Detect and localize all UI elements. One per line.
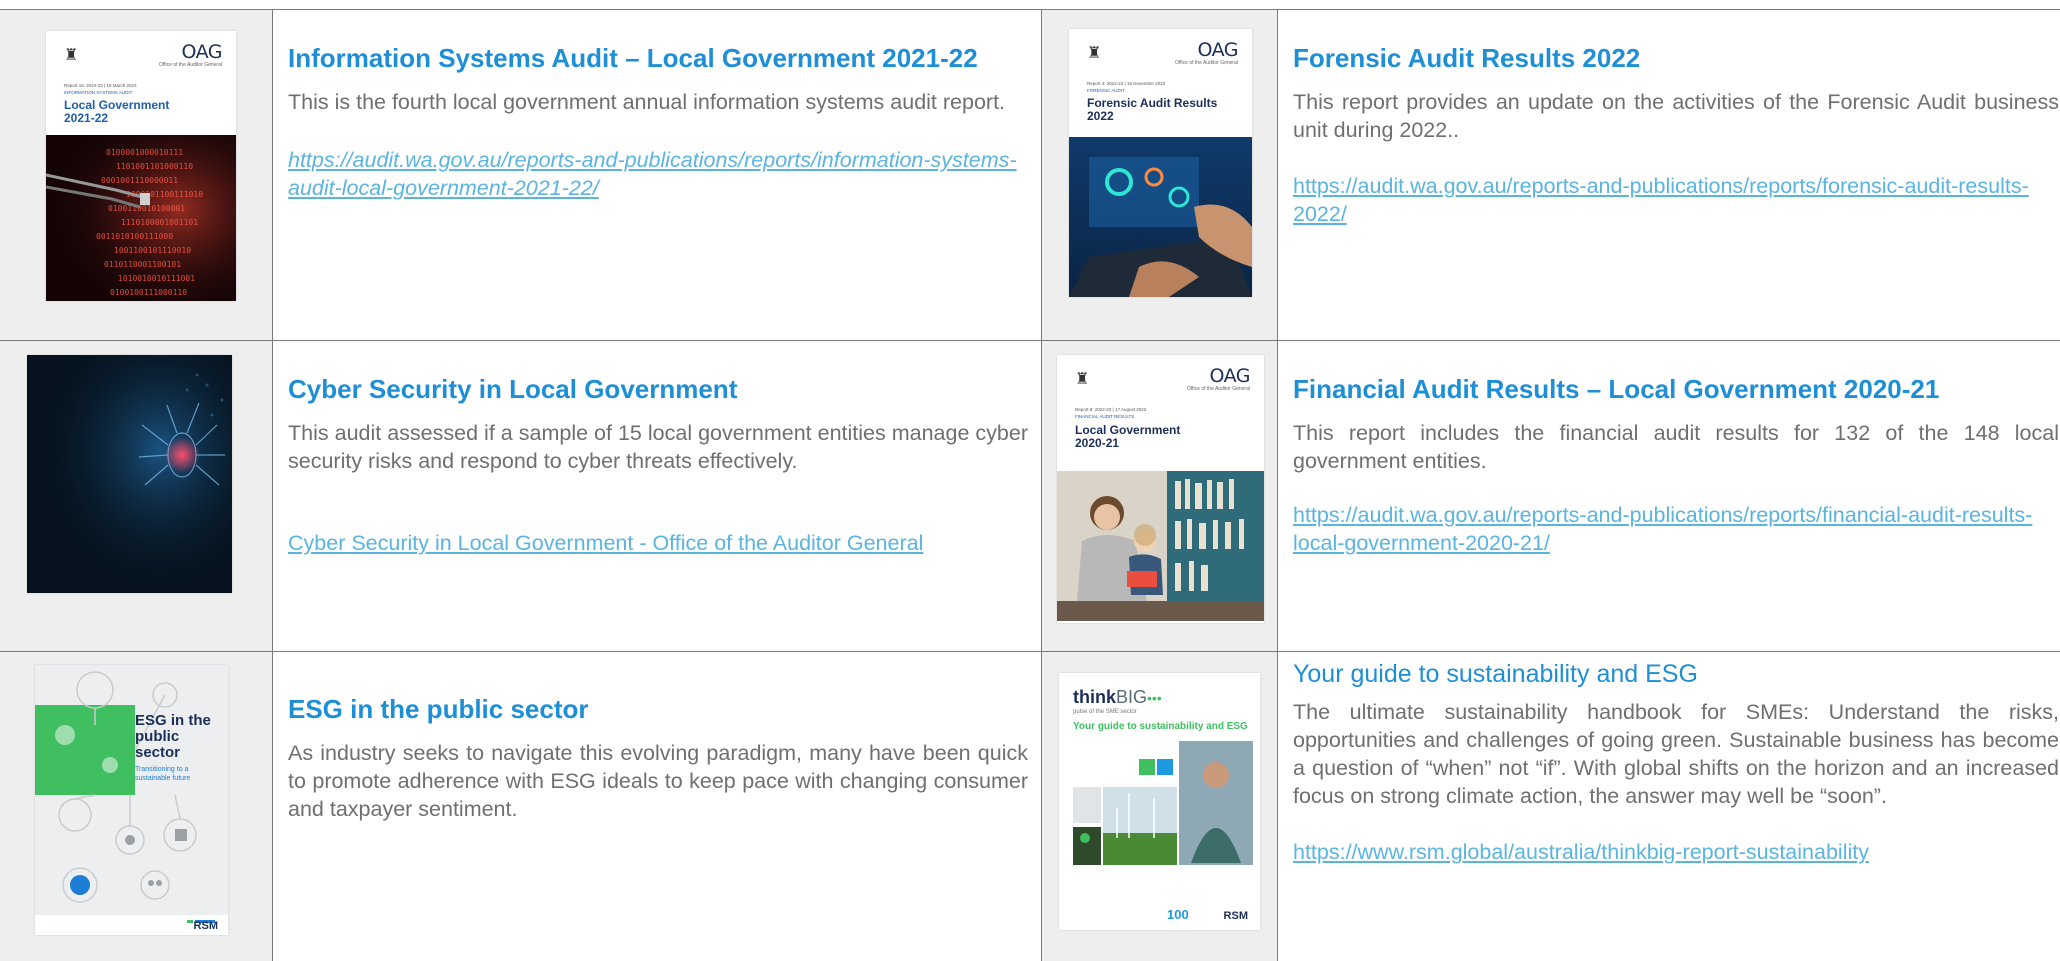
report-link[interactable]: https://audit.wa.gov.au/reports-and-publ…: [1293, 172, 2059, 228]
report-link[interactable]: https://www.rsm.global/australia/thinkbi…: [1293, 838, 2059, 866]
rsm-logo: RSM: [193, 920, 218, 932]
svg-text:1001100101110010: 1001100101110010: [114, 246, 191, 255]
report-entry: Information Systems Audit – Local Govern…: [288, 42, 1028, 202]
svg-text:0100100111000110: 0100100111000110: [110, 288, 187, 297]
cover-meta: Report 8: 2022-23 | 17 August 2022: [1075, 407, 1147, 412]
oag-logo-subtitle: Office of the Auditor General: [1174, 60, 1238, 66]
report-description: This is the fourth local government annu…: [288, 90, 1006, 114]
report-link[interactable]: Cyber Security in Local Government - Off…: [288, 529, 1028, 557]
report-title: Forensic Audit Results 2022: [1293, 43, 1641, 73]
svg-text:1101001101000110: 1101001101000110: [116, 162, 193, 171]
report-link[interactable]: https://audit.wa.gov.au/reports-and-publ…: [288, 146, 1028, 202]
oag-logo: OAG: [181, 41, 222, 63]
report-entry: Your guide to sustainability and ESG The…: [1293, 658, 2059, 866]
library-reading-image: [1057, 471, 1264, 621]
report-entry: ESG in the public sector As industry see…: [288, 693, 1028, 823]
report-description: The ultimate sustainability handbook for…: [1293, 700, 2059, 808]
rsm-logo: RSM: [1223, 910, 1248, 922]
report-cover-is-audit[interactable]: ♜ OAG Office of the Auditor General Repo…: [46, 31, 236, 301]
report-title: Your guide to sustainability and ESG: [1293, 660, 1698, 688]
crest-icon: ♜: [1075, 371, 1090, 388]
report-cover-financial[interactable]: ♜ OAG Office of the Auditor General Repo…: [1057, 355, 1264, 623]
svg-text:0100001000010111: 0100001000010111: [106, 148, 183, 157]
sustainability-collage-image: [1073, 741, 1253, 865]
report-cover-thinkbig[interactable]: thinkBIG••• pulse of the SME sector Your…: [1059, 673, 1260, 930]
column-divider: [1041, 10, 1042, 961]
publications-table: ♜ OAG Office of the Auditor General Repo…: [0, 9, 2060, 961]
report-title: Cyber Security in Local Government: [288, 374, 738, 404]
esg-cover-title: ESG in the public sector: [135, 712, 211, 761]
report-title: ESG in the public sector: [288, 694, 589, 724]
column-divider: [1277, 10, 1278, 961]
report-entry: Forensic Audit Results 2022 This report …: [1293, 42, 2059, 228]
report-title: Information Systems Audit – Local Govern…: [288, 43, 978, 73]
report-description: This report provides an update on the ac…: [1293, 90, 2059, 142]
row-divider: [0, 651, 2060, 652]
anniversary-badge: 100: [1167, 907, 1189, 922]
cover-meta: Report 15: 2022-23 | 19 March 2023: [64, 83, 137, 88]
report-entry: Financial Audit Results – Local Governme…: [1293, 373, 2059, 557]
binary-code-image: 0100001000010111 1101001101000110 000100…: [46, 135, 236, 301]
oag-logo: OAG: [1209, 365, 1250, 387]
cover-meta: Report 4: 2022-23 | 16 November 2022: [1087, 81, 1166, 86]
oag-logo-subtitle: Office of the Auditor General: [1186, 386, 1250, 392]
crest-icon: ♜: [64, 47, 79, 64]
cover-title: Forensic Audit Results 2022: [1087, 96, 1218, 123]
report-title: Financial Audit Results – Local Governme…: [1293, 374, 1940, 404]
svg-text:1010010010111001: 1010010010111001: [118, 274, 195, 283]
svg-text:0110110001100101: 0110110001100101: [104, 260, 181, 269]
row-divider: [0, 340, 2060, 341]
report-cover-cyber[interactable]: [27, 355, 232, 593]
svg-text:0100110010100001: 0100110010100001: [108, 204, 185, 213]
esg-cover-art: [35, 665, 228, 935]
cover-category: FORENSIC AUDIT: [1087, 88, 1125, 93]
crest-icon: ♜: [1087, 45, 1102, 62]
report-link[interactable]: https://audit.wa.gov.au/reports-and-publ…: [1293, 501, 2059, 557]
column-divider: [272, 10, 273, 961]
report-description: As industry seeks to navigate this evolv…: [288, 741, 1028, 821]
laptop-image: [1069, 137, 1252, 297]
oag-logo: OAG: [1197, 39, 1238, 61]
report-cover-esg[interactable]: ESG in the public sector Transitioning t…: [35, 665, 228, 935]
svg-text:0001001110000011: 0001001110000011: [101, 176, 178, 185]
cover-title: Local Government 2020-21: [1075, 423, 1181, 450]
report-cover-forensic[interactable]: ♜ OAG Office of the Auditor General Repo…: [1069, 29, 1252, 297]
cover-category: FINANCIAL AUDIT RESULTS: [1075, 414, 1135, 419]
cover-title: Local Government 2021-22: [64, 98, 170, 125]
svg-text:0011010100111000: 0011010100111000: [96, 232, 173, 241]
svg-text:1110100001001101: 1110100001001101: [121, 218, 198, 227]
report-description: This report includes the financial audit…: [1293, 421, 2059, 473]
cover-category: INFORMATION SYSTEMS AUDIT: [64, 90, 133, 95]
report-description: This audit assessed if a sample of 15 lo…: [288, 421, 1028, 473]
cyber-bug-image: [27, 355, 232, 593]
esg-cover-subtitle: Transitioning to a sustainable future: [135, 766, 191, 782]
report-entry: Cyber Security in Local Government This …: [288, 373, 1028, 557]
oag-logo-subtitle: Office of the Auditor General: [158, 62, 222, 68]
